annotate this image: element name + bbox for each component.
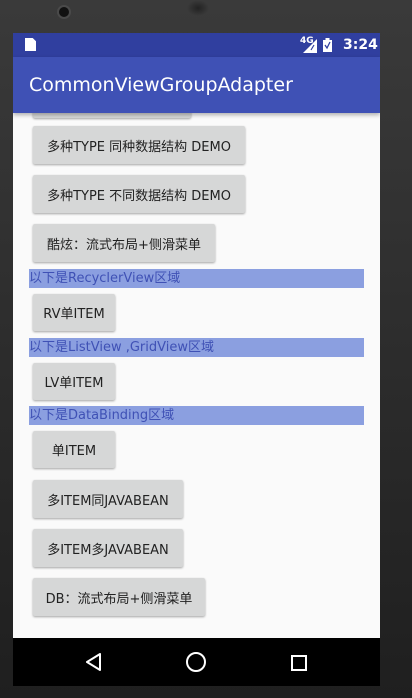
multi-item-same-javabean-button[interactable]: 多ITEM同JAVABEAN xyxy=(33,480,183,518)
flow-layout-swipe-menu-button[interactable]: 酷炫：流式布局+侧滑菜单 xyxy=(33,224,215,262)
multi-type-diff-structure-button[interactable]: 多种TYPE 不同数据结构 DEMO xyxy=(33,175,245,213)
section-listview-gridview: 以下是ListView ,GridView区域 xyxy=(29,338,364,357)
single-item-button[interactable]: 单ITEM xyxy=(33,431,115,468)
status-clock: 3:24 xyxy=(343,37,378,53)
section-databinding: 以下是DataBinding区域 xyxy=(29,406,364,425)
multi-type-same-structure-button[interactable]: 多种TYPE 同种数据结构 DEMO xyxy=(33,126,245,164)
db-flow-layout-swipe-menu-button[interactable]: DB：流式布局+侧滑菜单 xyxy=(33,578,205,616)
back-icon[interactable] xyxy=(86,653,102,671)
multi-item-multi-javabean-button[interactable]: 多ITEM多JAVABEAN xyxy=(33,529,183,567)
app-title: CommonViewGroupAdapter xyxy=(29,74,293,96)
status-bar: 4G 3:24 xyxy=(13,33,380,57)
navigation-bar xyxy=(13,638,380,686)
battery-icon xyxy=(323,38,332,52)
sim-card-icon xyxy=(25,38,36,51)
rv-single-item-button[interactable]: RV单ITEM xyxy=(33,294,115,331)
section-recyclerview: 以下是RecyclerView区域 xyxy=(29,269,364,288)
lv-single-item-button[interactable]: LV单ITEM xyxy=(33,363,115,400)
speaker-icon xyxy=(187,0,209,16)
recent-apps-icon[interactable] xyxy=(291,655,307,671)
home-icon[interactable] xyxy=(186,652,206,672)
camera-icon xyxy=(57,5,71,19)
device-screen: 4G 3:24 CommonViewGroupAdapter 多种TYPE 同种… xyxy=(13,33,380,638)
scroll-content[interactable]: 多种TYPE 同种数据结构 DEMO 多种TYPE 不同数据结构 DEMO 酷炫… xyxy=(13,104,380,638)
signal-icon xyxy=(303,39,317,53)
app-bar: CommonViewGroupAdapter xyxy=(13,57,380,113)
